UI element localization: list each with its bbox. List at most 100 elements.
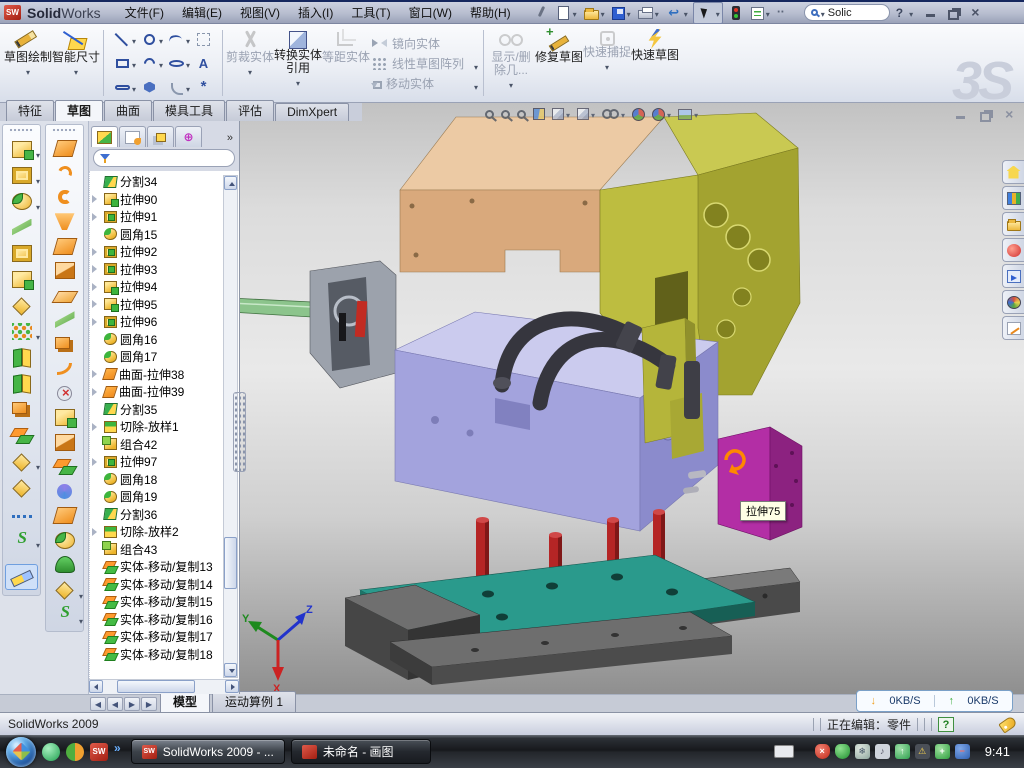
rapid-sketch-button[interactable]: 快速草图 bbox=[631, 26, 679, 100]
dropdown-arrow-icon[interactable] bbox=[296, 76, 300, 89]
revolved-surface-button[interactable] bbox=[48, 161, 81, 186]
offset-surface-button[interactable] bbox=[48, 259, 81, 284]
expand-arrow-icon[interactable] bbox=[92, 418, 101, 436]
edit-appearance-button[interactable] bbox=[632, 108, 645, 121]
dropdown-arrow-icon[interactable] bbox=[248, 65, 252, 78]
tree-item-combine42[interactable]: 组合42 bbox=[92, 436, 223, 454]
tree-item-fillet17[interactable]: 圆角17 bbox=[92, 348, 223, 366]
hole-wizard-button[interactable] bbox=[5, 292, 38, 318]
expand-arrow-icon[interactable] bbox=[92, 313, 101, 331]
swept-surface-button[interactable] bbox=[48, 185, 81, 210]
revolved-boss-button[interactable] bbox=[5, 240, 38, 266]
linear-sketch-pattern-button[interactable]: 线性草图阵列 bbox=[372, 55, 478, 72]
pin-toolbar-button[interactable] bbox=[531, 4, 551, 21]
dropdown-arrow-icon[interactable] bbox=[621, 105, 625, 123]
zoom-fit-button[interactable] bbox=[485, 110, 494, 119]
dropdown-arrow-icon[interactable] bbox=[627, 4, 631, 22]
panel-splitter-handle[interactable] bbox=[233, 392, 246, 472]
dropdown-arrow-icon[interactable] bbox=[36, 197, 40, 215]
search-dropdown-icon[interactable] bbox=[821, 4, 825, 22]
expand-arrow-icon[interactable] bbox=[92, 208, 101, 226]
extruded-surface-button[interactable] bbox=[48, 136, 81, 161]
polygon-tool-button[interactable] bbox=[136, 75, 163, 99]
dropdown-arrow-icon[interactable] bbox=[26, 65, 30, 78]
tree-item-move-copy13[interactable]: 实体-移动/复制13 bbox=[92, 558, 223, 576]
dropdown-arrow-icon[interactable] bbox=[667, 105, 671, 123]
line-tool-button[interactable] bbox=[109, 27, 136, 51]
toolbar-drag-handle[interactable] bbox=[52, 128, 77, 133]
menu-tools[interactable]: 工具(T) bbox=[343, 2, 398, 23]
dome-button[interactable] bbox=[48, 553, 81, 578]
tags-icon[interactable] bbox=[998, 715, 1017, 733]
helix-spiral-button[interactable] bbox=[5, 526, 38, 552]
mirror-entities-button[interactable]: 镜向实体 bbox=[372, 35, 478, 52]
task-paint[interactable]: 未命名 - 画图 bbox=[291, 739, 431, 764]
convert-entities-button[interactable]: 转换实体引用 bbox=[274, 26, 322, 100]
arc-tool-button[interactable] bbox=[136, 51, 163, 75]
zoom-previous-button[interactable] bbox=[517, 110, 526, 119]
search-box[interactable]: Solic bbox=[804, 4, 890, 21]
taskpane-file-explorer-tab[interactable] bbox=[1002, 212, 1024, 236]
indent-button[interactable] bbox=[5, 474, 38, 500]
motion-study-tab[interactable]: 运动算例 1 bbox=[212, 691, 296, 712]
smart-dimension-button[interactable]: 智能尺寸 bbox=[52, 26, 100, 100]
open-button[interactable] bbox=[582, 3, 607, 23]
dropdown-arrow-icon[interactable] bbox=[474, 59, 478, 73]
tree-item-combine43[interactable]: 组合43 bbox=[92, 541, 223, 559]
options-button[interactable] bbox=[749, 3, 772, 23]
tree-item-extrude92[interactable]: 拉伸92 bbox=[92, 243, 223, 261]
doc-close-button[interactable] bbox=[1002, 108, 1016, 121]
model-tab-prev-button[interactable]: ◀ bbox=[107, 697, 123, 711]
menu-window[interactable]: 窗口(W) bbox=[401, 2, 460, 23]
view-settings-button[interactable] bbox=[678, 105, 698, 123]
select-button[interactable] bbox=[693, 2, 723, 24]
print-button[interactable] bbox=[636, 3, 661, 23]
display-style-button[interactable] bbox=[577, 105, 595, 123]
display-delete-relations-button[interactable]: 显示/删除几... bbox=[487, 26, 535, 100]
expand-arrow-icon[interactable] bbox=[92, 260, 101, 278]
spline-tool-button[interactable] bbox=[163, 27, 190, 51]
tree-horizontal-scrollbar[interactable] bbox=[89, 679, 239, 694]
tab-evaluate[interactable]: 评估 bbox=[226, 100, 274, 121]
quick-snaps-button[interactable]: 快速捕捉 bbox=[583, 26, 631, 100]
lasso-select-button[interactable] bbox=[190, 27, 217, 51]
scrollbar-thumb[interactable] bbox=[224, 537, 237, 589]
model-tab-last-button[interactable]: ▶ bbox=[141, 697, 157, 711]
trim-entities-button[interactable]: 剪裁实体 bbox=[226, 26, 274, 100]
sketch-fillet-button[interactable] bbox=[163, 75, 190, 99]
taskpane-appearances-tab[interactable] bbox=[1002, 290, 1024, 314]
thicken-button[interactable] bbox=[48, 504, 81, 529]
menu-edit[interactable]: 编辑(E) bbox=[174, 2, 230, 23]
doc-restore-button[interactable] bbox=[978, 108, 992, 121]
menu-insert[interactable]: 插入(I) bbox=[290, 2, 341, 23]
dropdown-arrow-icon[interactable] bbox=[566, 105, 570, 123]
tray-shield-icon[interactable] bbox=[835, 744, 850, 759]
taskpane-view-palette-tab[interactable] bbox=[1002, 264, 1024, 288]
tree-item-extrude97[interactable]: 拉伸97 bbox=[92, 453, 223, 471]
move-copy-body-button[interactable] bbox=[5, 422, 38, 448]
model-tab[interactable]: 模型 bbox=[160, 691, 210, 712]
tree-item-extrude91[interactable]: 拉伸91 bbox=[92, 208, 223, 226]
taskbar-clock[interactable]: 9:41 bbox=[985, 744, 1010, 759]
taskpane-design-library-tab[interactable] bbox=[1002, 186, 1024, 210]
rebuild-button[interactable] bbox=[726, 5, 746, 21]
hide-show-items-button[interactable] bbox=[602, 105, 625, 123]
move-entities-button[interactable]: 移动实体 bbox=[372, 75, 478, 92]
tree-item-move-copy18[interactable]: 实体-移动/复制18 bbox=[92, 646, 223, 664]
quick-tips-button[interactable]: ? bbox=[938, 717, 954, 732]
menu-file[interactable]: 文件(F) bbox=[117, 2, 172, 23]
panel-chevron-button[interactable]: » bbox=[223, 132, 237, 147]
slot-tool-button[interactable] bbox=[109, 75, 136, 99]
section-view-button[interactable] bbox=[533, 108, 545, 120]
security-ball-icon[interactable] bbox=[66, 743, 84, 761]
dropdown-arrow-icon[interactable] bbox=[573, 4, 577, 22]
tree-item-fillet19[interactable]: 圆角19 bbox=[92, 488, 223, 506]
part-side-block[interactable] bbox=[718, 427, 802, 540]
dropdown-arrow-icon[interactable] bbox=[36, 145, 40, 163]
tray-usb-icon[interactable]: ↑ bbox=[895, 744, 910, 759]
help-button[interactable]: ? bbox=[893, 6, 906, 20]
rectangle-tool-button[interactable] bbox=[109, 51, 136, 75]
solidworks-cube-icon[interactable]: SW bbox=[90, 743, 108, 761]
expand-arrow-icon[interactable] bbox=[92, 453, 101, 471]
tree-item-extrude95[interactable]: 拉伸95 bbox=[92, 296, 223, 314]
